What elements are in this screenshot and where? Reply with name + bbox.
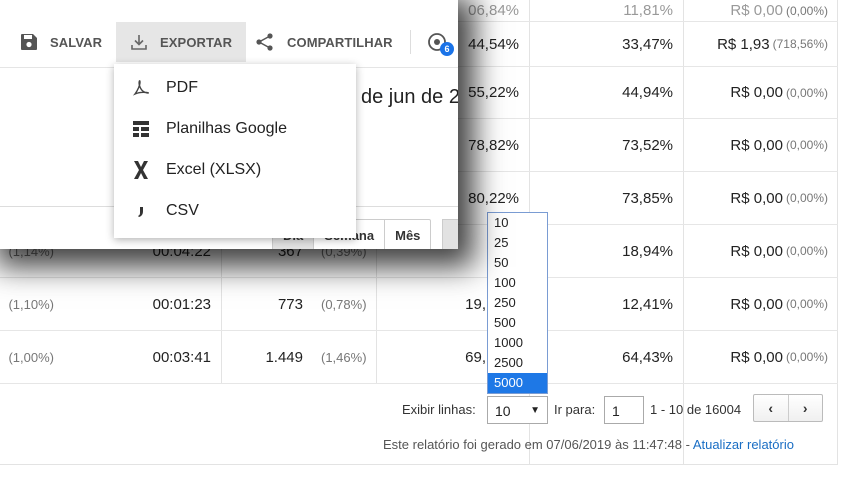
table-cell: 55,22% [468, 84, 519, 101]
share-button[interactable]: COMPARTILHAR [255, 22, 393, 62]
table-cell: 18,94% [622, 242, 673, 260]
export-label: EXPORTAR [160, 34, 233, 50]
cell-value: R$ 0,00 [730, 295, 783, 313]
table-cell: R$ 0,00 (0,00%) [683, 119, 838, 171]
pdf-icon [132, 79, 166, 97]
report-generated-text: Este relatório foi gerado em 07/06/2019 … [383, 437, 794, 452]
chart-type-button[interactable] [442, 219, 458, 249]
save-icon [21, 34, 37, 50]
rows-per-page-label: Exibir linhas: [402, 402, 476, 417]
table-cell: R$ 0,00 (0,00%) [683, 278, 838, 330]
generated-timestamp: Este relatório foi gerado em 07/06/2019 … [383, 437, 693, 452]
table-cell: R$ 0,00 (0,00%) [683, 172, 838, 224]
toolbar-divider [410, 30, 411, 54]
table-cell: (0,78%) [321, 296, 367, 312]
table-row: (1,10%) 00:01:23 773 (0,78%) 19, 12,41% … [0, 278, 838, 331]
chevron-down-icon: ▼ [530, 405, 540, 416]
menu-item-label: PDF [166, 78, 198, 96]
export-menu: PDF Planilhas Google Excel (XLSX) CSV [114, 64, 356, 238]
table-cell: 19, [465, 295, 486, 313]
table-cell: 69, [465, 348, 486, 366]
table-cell: 1.449 [265, 348, 303, 366]
table-cell: (1,10%) [8, 296, 54, 312]
pager: ‹ › [753, 394, 823, 422]
prev-page-button[interactable]: ‹ [754, 395, 789, 421]
rows-option[interactable]: 1000 [488, 333, 547, 353]
table-cell: R$ 0,00 (0,00%) [683, 67, 838, 118]
table-row: (1,00%) 00:03:41 1.449 (1,46%) 69, 64,43… [0, 331, 838, 384]
cell-value: R$ 0,00 [730, 189, 783, 207]
rows-option-selected[interactable]: 5000 [488, 373, 547, 393]
report-date-range: de jun de 2 [361, 86, 458, 108]
toolbar: SALVAR EXPORTAR COMPARTILHAR 6 [0, 22, 458, 62]
cell-value: R$ 0,00 [730, 84, 783, 101]
table-cell: R$ 1,93 (718,56%) [683, 22, 838, 66]
table-cell: 12,41% [622, 295, 673, 313]
table-cell: 773 [277, 295, 303, 313]
export-pdf-item[interactable]: PDF [114, 67, 356, 108]
rows-option[interactable]: 10 [488, 213, 547, 233]
export-sheets-item[interactable]: Planilhas Google [114, 108, 356, 149]
table-cell: 73,85% [622, 189, 673, 207]
rows-per-page-select[interactable]: 10 ▼ [487, 396, 548, 424]
rows-option[interactable]: 100 [488, 273, 547, 293]
table-cell: (1,00%) [8, 349, 54, 365]
insights-button[interactable]: 6 [426, 31, 454, 59]
table-cell: 00:03:41 [152, 348, 211, 366]
export-csv-item[interactable]: CSV [114, 190, 356, 231]
next-page-button[interactable]: › [789, 395, 823, 421]
cell-value: R$ 0,00 [730, 348, 783, 366]
table-cell: 73,52% [622, 136, 673, 154]
excel-icon [132, 160, 166, 180]
report-panel: SALVAR EXPORTAR COMPARTILHAR 6 de jun de… [0, 0, 458, 249]
cell-subvalue: (0,00%) [785, 85, 828, 100]
save-button[interactable]: SALVAR [20, 22, 102, 62]
table-cell: 44,94% [622, 84, 673, 101]
cell-subvalue: (0,00%) [785, 191, 828, 205]
export-button[interactable]: EXPORTAR [116, 22, 247, 62]
cell-subvalue: (0,00%) [785, 350, 828, 364]
table-cell: 44,54% [468, 35, 519, 53]
csv-icon [132, 202, 166, 220]
cell-subvalue: (718,56%) [772, 37, 828, 51]
page-range-text: 1 - 10 de 16004 [650, 402, 742, 417]
share-label: COMPARTILHAR [287, 34, 393, 50]
cell-value: R$ 0,00 [730, 136, 783, 154]
cell-value: R$ 1,93 [717, 35, 770, 53]
table-cell: R$ 0,00 (0,00%) [683, 225, 838, 277]
rows-option[interactable]: 250 [488, 293, 547, 313]
rows-option[interactable]: 25 [488, 233, 547, 253]
rows-option[interactable]: 2500 [488, 353, 547, 373]
period-month-button[interactable]: Mês [385, 220, 430, 249]
export-excel-item[interactable]: Excel (XLSX) [114, 149, 356, 190]
notification-badge: 6 [440, 42, 454, 56]
refresh-report-link[interactable]: Atualizar relatório [693, 437, 794, 452]
table-cell: (1,46%) [321, 349, 367, 365]
menu-item-label: Planilhas Google [166, 119, 287, 137]
cell-subvalue: (0,00%) [785, 138, 828, 152]
goto-label: Ir para: [554, 402, 596, 417]
table-cell: 00:01:23 [152, 295, 211, 313]
cell-subvalue: (0,00%) [785, 297, 828, 311]
cell-value: R$ 0,00 [730, 242, 783, 260]
save-label: SALVAR [50, 34, 103, 50]
rows-option[interactable]: 50 [488, 253, 547, 273]
rows-option[interactable]: 500 [488, 313, 547, 333]
rows-per-page-value: 10 [495, 403, 511, 419]
download-icon [131, 35, 147, 50]
rows-per-page-listbox[interactable]: 10 25 50 100 250 500 1000 2500 5000 [487, 212, 548, 394]
sheets-icon [132, 120, 166, 138]
goto-page-input[interactable]: 1 [604, 396, 644, 424]
menu-item-label: CSV [166, 201, 199, 219]
table-cell: 33,47% [622, 35, 673, 53]
cell-subvalue: (0,00%) [785, 244, 828, 258]
table-cell: R$ 0,00 (0,00%) [683, 331, 838, 383]
menu-item-label: Excel (XLSX) [166, 160, 262, 178]
share-icon [256, 33, 273, 51]
table-cell: 78,82% [468, 136, 519, 154]
table-cell: 64,43% [622, 348, 673, 366]
